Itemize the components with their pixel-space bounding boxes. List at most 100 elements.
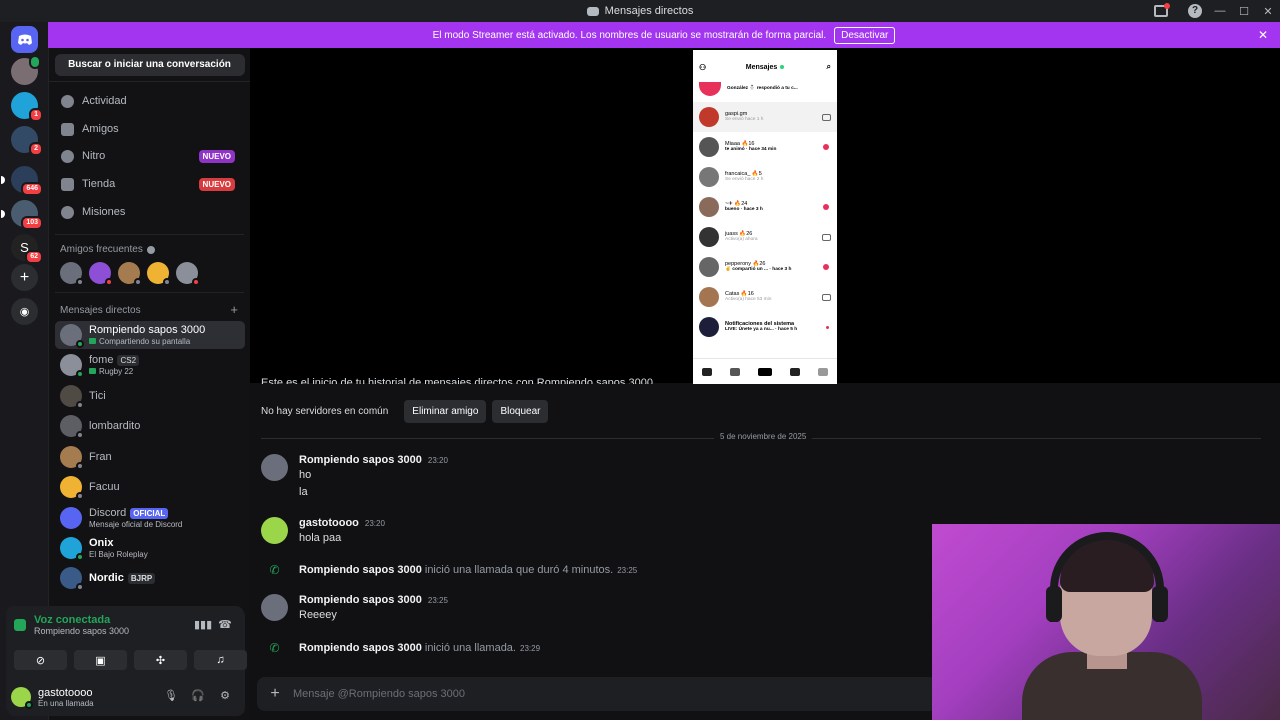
block-button[interactable]: Bloquear xyxy=(492,400,549,423)
dm-item[interactable]: Rompiendo sapos 3000 Compartiendo su pant… xyxy=(55,321,245,349)
search-conversation-button[interactable]: Buscar o iniciar una conversación xyxy=(54,53,245,76)
new-badge: NUEVO xyxy=(198,177,235,191)
dm-item[interactable]: Onix El Bajo Roleplay xyxy=(55,534,245,562)
nav-quests[interactable]: Misiones xyxy=(59,199,245,225)
dm-item[interactable]: Fran xyxy=(55,443,245,471)
username: gastotoooo xyxy=(38,686,93,699)
dm-section-header: Mensajes directos xyxy=(60,305,141,316)
message: gastotoooo 23:20 hola paa xyxy=(261,517,385,544)
avatar[interactable] xyxy=(261,594,288,621)
dm-item[interactable]: Tici xyxy=(55,382,245,410)
avatar[interactable] xyxy=(11,687,33,709)
search-wrap: Buscar o iniciar una conversación xyxy=(49,48,250,82)
screen-share-icon[interactable] xyxy=(1154,3,1170,17)
message-text: Reeeey xyxy=(299,609,337,621)
discover-icon[interactable]: ◉ xyxy=(11,298,38,325)
server-icon[interactable]: S 62 xyxy=(11,234,43,264)
noise-suppression-icon[interactable]: ▮▮▮ xyxy=(194,618,212,631)
message-author[interactable]: Rompiendo sapos 3000 xyxy=(299,594,422,606)
screen-share-button[interactable]: ▣ xyxy=(74,650,127,670)
message-time: 23:20 xyxy=(364,519,385,528)
avatar[interactable] xyxy=(261,517,288,544)
phone-inbox-icon xyxy=(790,367,800,376)
server-icon[interactable]: 646 xyxy=(1,166,43,196)
camera-off-button[interactable]: ⊘ xyxy=(14,650,67,670)
avatar xyxy=(60,446,84,470)
message-composer[interactable]: + Mensaje @Rompiendo sapos 3000 xyxy=(257,677,937,711)
phone-row: Notificaciones del sistema LIVE: Únete ya… xyxy=(693,312,837,342)
close-window-button[interactable]: ✕ xyxy=(1256,5,1280,18)
headphones-icon[interactable]: 🎧 xyxy=(191,689,205,703)
home-button[interactable] xyxy=(11,26,38,53)
help-icon[interactable]: ? xyxy=(1188,4,1202,18)
no-common-servers: No hay servidores en común xyxy=(261,406,389,417)
frequent-friend-avatar[interactable] xyxy=(118,262,142,286)
shared-phone-screen: ⚇ Mensajes ⌕ González ⛄ respondió a tu c… xyxy=(693,50,837,384)
activities-button[interactable]: ✣ xyxy=(134,650,187,670)
dm-intro-text: Este es el inicio de tu historial de men… xyxy=(261,377,657,384)
server-icon[interactable]: 103 xyxy=(1,200,43,230)
dm-item[interactable]: lombardito xyxy=(55,412,245,440)
nav-nitro[interactable]: Nitro NUEVO xyxy=(59,143,245,169)
window-titlebar: Mensajes directos ? — ☐ ✕ xyxy=(0,0,1280,22)
avatar xyxy=(60,324,84,348)
shop-icon xyxy=(61,177,74,191)
voice-header[interactable]: Voz conectada Rompiendo sapos 3000 xyxy=(14,614,129,636)
screen-share-icon xyxy=(89,338,96,345)
minimize-button[interactable]: — xyxy=(1208,5,1232,17)
settings-gear-icon[interactable]: ⚙ xyxy=(218,689,232,703)
microphone-icon[interactable]: 🎙 xyxy=(164,689,178,703)
dm-item[interactable]: fome CS2 Rugby 22 xyxy=(55,351,245,379)
nav-shop[interactable]: Tienda NUEVO xyxy=(59,171,245,197)
discord-logo-icon xyxy=(17,34,32,45)
phone-row: francaica_ 🔥5 Se envió hace 2 h xyxy=(693,162,837,192)
info-icon[interactable] xyxy=(146,245,155,254)
server-icon[interactable]: 2 xyxy=(11,126,43,156)
official-badge: OFICIAL xyxy=(130,508,169,520)
composer-placeholder: Mensaje @Rompiendo sapos 3000 xyxy=(293,688,465,700)
call-event: ✆ Rompiendo sapos 3000 inició una llamad… xyxy=(261,641,540,655)
soundboard-button[interactable]: ♫ xyxy=(194,650,247,670)
voice-status: Voz conectada xyxy=(34,614,111,626)
avatar xyxy=(60,385,84,409)
dm-item[interactable]: Nordic BJRP xyxy=(55,564,245,592)
banner-close-icon[interactable]: ✕ xyxy=(1258,28,1268,42)
phone-row: Catas 🔥16 Activo(a) hace 53 min xyxy=(693,282,837,312)
avatar xyxy=(60,476,84,500)
nav-friends[interactable]: Amigos xyxy=(59,116,245,142)
frequent-friend-avatar[interactable] xyxy=(60,262,84,286)
frequent-friend-avatar[interactable] xyxy=(176,262,200,286)
new-dm-plus-icon[interactable]: + xyxy=(230,302,238,317)
phone-add-icon: ⚇ xyxy=(699,62,707,72)
phone-profile-icon xyxy=(818,367,828,376)
quests-icon xyxy=(61,205,74,219)
phone-tabbar xyxy=(693,358,837,384)
disconnect-icon[interactable]: ☎ xyxy=(218,618,232,631)
message-text: ho xyxy=(299,469,312,481)
game-icon xyxy=(89,368,96,375)
phone-row: gaspi.gm Se envió hace 1 h xyxy=(693,102,837,132)
avatar[interactable] xyxy=(261,454,288,481)
voice-channel: Rompiendo sapos 3000 xyxy=(34,626,130,636)
nav-activity[interactable]: Actividad xyxy=(59,88,245,114)
message-text: hola paa xyxy=(299,532,342,544)
maximize-button[interactable]: ☐ xyxy=(1232,5,1256,18)
message-author[interactable]: Rompiendo sapos 3000 xyxy=(299,454,422,466)
avatar xyxy=(60,415,84,439)
phone-title: Mensajes xyxy=(745,63,778,71)
call-event: ✆ Rompiendo sapos 3000 inició una llamad… xyxy=(261,563,637,577)
dm-item[interactable]: Discord OFICIAL Mensaje oficial de Discord xyxy=(55,504,245,532)
server-icon[interactable]: 1 xyxy=(11,92,43,122)
frequent-friend-avatar[interactable] xyxy=(147,262,171,286)
disable-streamer-button[interactable]: Desactivar xyxy=(834,26,896,44)
dm-item[interactable]: Facuu xyxy=(55,473,245,501)
add-server-icon[interactable]: + xyxy=(11,264,38,291)
remove-friend-button[interactable]: Eliminar amigo xyxy=(404,400,487,423)
server-avatar[interactable] xyxy=(11,55,41,85)
message-author[interactable]: gastotoooo xyxy=(299,517,359,529)
attach-plus-icon[interactable]: + xyxy=(257,685,293,703)
frequent-friend-avatar[interactable] xyxy=(89,262,113,286)
nav-label: Tienda xyxy=(82,178,116,190)
phone-row: González ⛄ respondió a tu c... xyxy=(693,77,837,101)
avatar xyxy=(60,354,84,378)
